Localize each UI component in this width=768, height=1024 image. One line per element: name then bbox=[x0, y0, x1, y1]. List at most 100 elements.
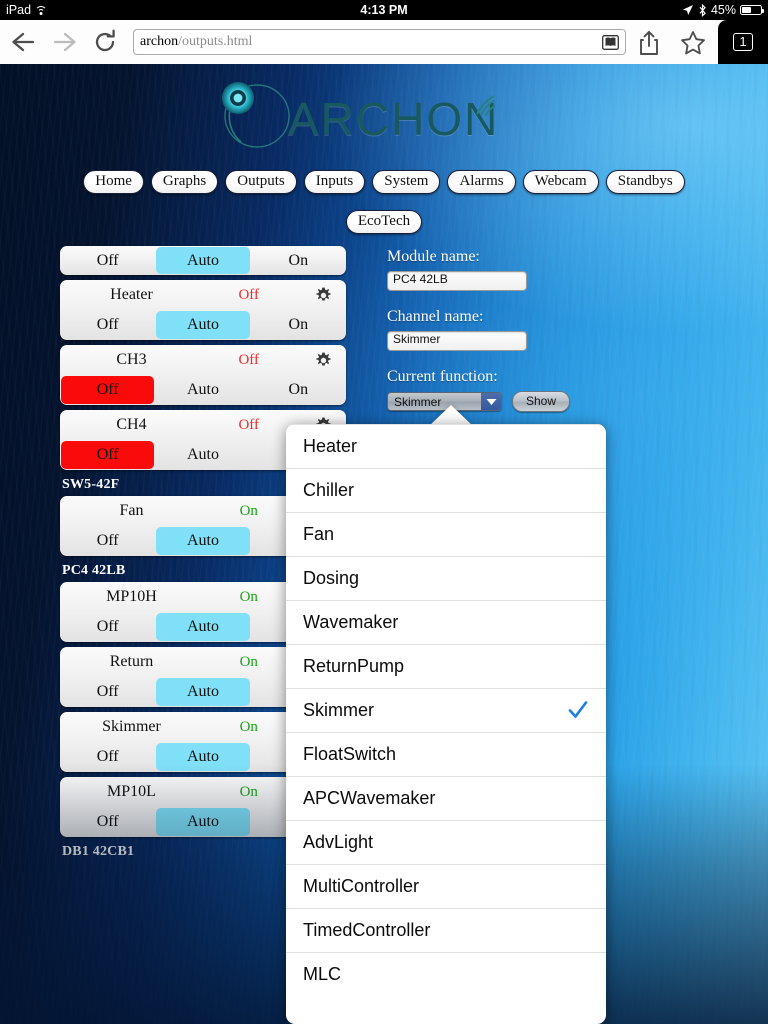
webpage-content: ARCHON Home Graphs Outputs Inputs System Alar… bbox=[0, 64, 768, 1024]
output-status-label: Off bbox=[238, 351, 260, 368]
nav-item-webcam[interactable]: Webcam bbox=[522, 170, 599, 194]
safari-toolbar: archon/outputs.html bbox=[0, 20, 768, 64]
function-option-wavemaker[interactable]: Wavemaker bbox=[286, 600, 606, 644]
mode-button-auto[interactable]: Auto bbox=[156, 743, 250, 771]
mode-button-auto[interactable]: Auto bbox=[156, 441, 249, 469]
bookmark-button[interactable] bbox=[680, 30, 706, 56]
mode-button-off[interactable]: Off bbox=[61, 808, 154, 836]
function-option-timedcontroller[interactable]: TimedController bbox=[286, 908, 606, 952]
show-button[interactable]: Show bbox=[512, 391, 571, 412]
nav-item-alarms[interactable]: Alarms bbox=[447, 170, 516, 194]
function-option-chiller[interactable]: Chiller bbox=[286, 468, 606, 512]
nav-item-system[interactable]: System bbox=[372, 170, 441, 194]
function-option-apcwavemaker[interactable]: APCWavemaker bbox=[286, 776, 606, 820]
gear-icon[interactable] bbox=[315, 287, 332, 304]
output-row-header: CH3 Off bbox=[60, 345, 346, 375]
mode-button-off[interactable]: Off bbox=[61, 527, 154, 555]
output-status-label: On bbox=[239, 502, 258, 519]
mode-button-auto[interactable]: Auto bbox=[156, 808, 250, 836]
nav-item-home[interactable]: Home bbox=[83, 170, 144, 194]
checkmark-icon bbox=[568, 699, 588, 721]
mode-button-on[interactable]: On bbox=[252, 376, 345, 404]
output-row-header: Heater Off bbox=[60, 280, 346, 310]
nav-item-inputs[interactable]: Inputs bbox=[303, 170, 366, 194]
function-option-label: Skimmer bbox=[303, 700, 374, 720]
function-option-dosing[interactable]: Dosing bbox=[286, 556, 606, 600]
mode-button-off[interactable]: Off bbox=[61, 376, 155, 404]
nav-item-graphs[interactable]: Graphs bbox=[150, 170, 219, 194]
function-option-heater[interactable]: Heater bbox=[286, 424, 606, 468]
function-option-fan[interactable]: Fan bbox=[286, 512, 606, 556]
gear-icon[interactable] bbox=[315, 352, 332, 369]
reload-button[interactable] bbox=[92, 29, 118, 55]
channel-name-label: Channel name: bbox=[387, 308, 484, 325]
mode-button-auto[interactable]: Auto bbox=[156, 376, 249, 404]
nav-item-standbys[interactable]: Standbys bbox=[605, 170, 685, 194]
mode-button-off[interactable]: Off bbox=[61, 613, 154, 641]
function-option-label: APCWavemaker bbox=[303, 788, 436, 808]
forward-arrow-icon bbox=[53, 32, 76, 52]
function-option-label: Fan bbox=[303, 524, 335, 544]
ios-status-bar: iPad 4:13 PM 45% bbox=[0, 0, 768, 20]
back-button[interactable] bbox=[10, 30, 36, 54]
reader-view-icon[interactable] bbox=[602, 35, 619, 50]
mode-button-off[interactable]: Off bbox=[61, 247, 154, 274]
mode-button-off[interactable]: Off bbox=[61, 311, 154, 339]
share-button[interactable] bbox=[637, 30, 661, 56]
function-option-skimmer[interactable]: Skimmer bbox=[286, 688, 606, 732]
url-bar[interactable]: archon/outputs.html bbox=[133, 29, 626, 55]
output-status-label: On bbox=[239, 783, 258, 800]
function-option-multicontroller[interactable]: MultiController bbox=[286, 864, 606, 908]
output-status-label: Off bbox=[238, 416, 260, 433]
mode-button-auto[interactable]: Auto bbox=[156, 527, 250, 555]
tab-count-button[interactable]: 1 bbox=[718, 20, 768, 64]
gear-icon bbox=[316, 287, 331, 301]
function-option-floatswitch[interactable]: FloatSwitch bbox=[286, 732, 606, 776]
mode-button-off[interactable]: Off bbox=[61, 743, 154, 771]
function-option-mlc[interactable]: MLC bbox=[286, 952, 606, 996]
output-channel-name: MP10H bbox=[106, 588, 157, 605]
mode-button-auto[interactable]: Auto bbox=[156, 613, 250, 641]
output-channel-name: CH3 bbox=[116, 351, 147, 368]
back-arrow-icon bbox=[12, 32, 35, 52]
function-option-label: Chiller bbox=[303, 480, 355, 500]
output-mode-buttons: OffAutoOn bbox=[60, 310, 346, 340]
logo-wordmark: ARCHON bbox=[288, 93, 500, 145]
function-option-label: MLC bbox=[303, 964, 342, 984]
url-text: archon/outputs.html bbox=[140, 34, 252, 50]
mode-button-off[interactable]: Off bbox=[61, 441, 155, 469]
output-row: Off Auto On bbox=[60, 246, 346, 275]
share-icon bbox=[640, 30, 658, 55]
output-status-label: Off bbox=[238, 286, 260, 303]
module-name-label: Module name: bbox=[387, 248, 480, 265]
tab-count-label: 1 bbox=[733, 33, 753, 51]
function-option-label: FloatSwitch bbox=[303, 744, 397, 764]
mode-button-auto[interactable]: Auto bbox=[156, 247, 250, 274]
function-option-label: Wavemaker bbox=[303, 612, 399, 632]
output-row: CH3 Off Off Auto On bbox=[60, 345, 346, 405]
function-option-returnpump[interactable]: ReturnPump bbox=[286, 644, 606, 688]
channel-settings-form: Module name: PC4 42LB Channel name: Skim… bbox=[387, 248, 687, 412]
nav-item-outputs[interactable]: Outputs bbox=[225, 170, 297, 194]
nav-item-ecotech[interactable]: EcoTech bbox=[345, 210, 423, 234]
chevron-down-icon bbox=[481, 393, 501, 410]
channel-name-input[interactable]: Skimmer bbox=[387, 331, 527, 351]
mode-button-on[interactable]: On bbox=[252, 311, 345, 339]
location-arrow-icon bbox=[682, 5, 693, 15]
mode-button-off[interactable]: Off bbox=[61, 678, 154, 706]
function-option-advlight[interactable]: AdvLight bbox=[286, 820, 606, 864]
mode-button-auto[interactable]: Auto bbox=[156, 678, 250, 706]
function-option-label: AdvLight bbox=[303, 832, 374, 852]
reload-icon bbox=[95, 29, 115, 52]
module-name-input[interactable]: PC4 42LB bbox=[387, 271, 527, 291]
mode-button-on[interactable]: On bbox=[252, 247, 345, 274]
url-path: /outputs.html bbox=[178, 34, 253, 49]
function-option-label: MultiController bbox=[303, 876, 420, 896]
function-option-label: Heater bbox=[303, 436, 358, 456]
function-option-label: ReturnPump bbox=[303, 656, 405, 676]
gear-icon bbox=[316, 352, 331, 366]
mode-button-auto[interactable]: Auto bbox=[156, 311, 250, 339]
output-mode-buttons: OffAutoOn bbox=[60, 375, 346, 405]
forward-button[interactable] bbox=[52, 30, 78, 54]
archon-circle-icon bbox=[222, 82, 290, 148]
